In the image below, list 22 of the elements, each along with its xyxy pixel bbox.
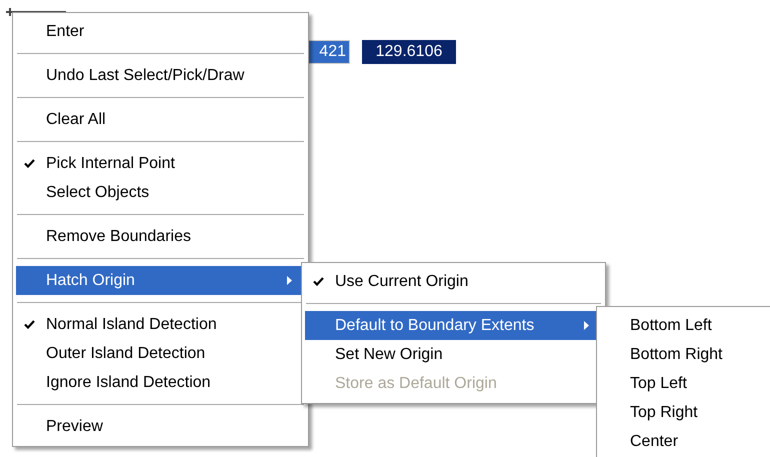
menu-item[interactable]: Outer Island Detection xyxy=(16,339,305,368)
menu-item[interactable]: Top Right xyxy=(600,398,770,427)
menu-item[interactable]: Select Objects xyxy=(16,178,305,207)
menu-item[interactable]: Pick Internal Point xyxy=(16,149,305,178)
menu-item[interactable]: Clear All xyxy=(16,105,305,134)
crosshair-drawing xyxy=(6,8,66,16)
check-icon xyxy=(24,320,35,329)
menu-item[interactable]: Use Current Origin xyxy=(305,267,602,296)
coordinate-field[interactable]: 129.6106 xyxy=(362,40,456,64)
submenu-arrow-icon xyxy=(584,321,589,330)
submenu-arrow-icon xyxy=(287,276,292,285)
check-icon xyxy=(313,277,324,286)
menu-item[interactable]: Bottom Right xyxy=(600,340,770,369)
menu-item[interactable]: Remove Boundaries xyxy=(16,222,305,251)
menu-item[interactable]: Preview xyxy=(16,412,305,441)
menu-item[interactable]: Bottom Left xyxy=(600,311,770,340)
menu-item[interactable]: Center xyxy=(600,427,770,456)
menu-item[interactable]: Top Left xyxy=(600,369,770,398)
menu-item[interactable]: Normal Island Detection xyxy=(16,310,305,339)
check-icon xyxy=(24,159,35,168)
menu-item[interactable]: Ignore Island Detection xyxy=(16,368,305,397)
menu-item[interactable]: Undo Last Select/Pick/Draw xyxy=(16,61,305,90)
